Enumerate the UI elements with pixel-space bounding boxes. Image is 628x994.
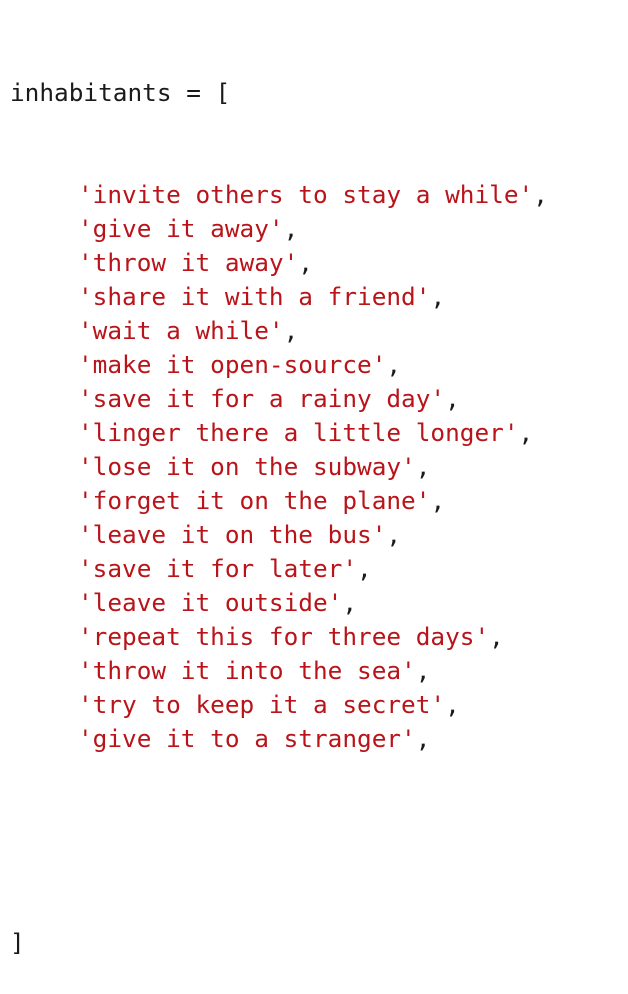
list-item: 'forget it on the plane',	[10, 484, 548, 518]
string-literal: 'forget it on the plane'	[78, 486, 431, 515]
string-literal: 'leave it outside'	[78, 588, 343, 617]
list-item: 'lose it on the subway',	[10, 450, 548, 484]
comma: ,	[518, 418, 534, 447]
list-item: 'linger there a little longer',	[10, 416, 548, 450]
list-item: 'throw it away',	[10, 246, 548, 280]
list-item: 'share it with a friend',	[10, 280, 548, 314]
comma: ,	[298, 248, 313, 277]
list-item: 'save it for later',	[10, 552, 548, 586]
comma: ,	[283, 214, 299, 243]
list-item: 'give it away',	[10, 212, 548, 246]
comma: ,	[386, 350, 402, 379]
comma: ,	[445, 384, 460, 413]
string-literal: 'linger there a little longer'	[78, 418, 519, 447]
comma: ,	[342, 588, 358, 617]
list-item: 'leave it on the bus',	[10, 518, 548, 552]
string-literal: 'try to keep it a secret'	[78, 690, 446, 719]
list-item: 'give it to a stranger',	[10, 722, 548, 756]
string-literal: 'save it for a rainy day'	[78, 384, 446, 413]
list-item: 'make it open-source',	[10, 348, 548, 382]
comma: ,	[283, 316, 299, 345]
declaration-line: inhabitants = [	[10, 76, 548, 110]
comma: ,	[415, 724, 431, 753]
comma: ,	[533, 180, 548, 209]
string-literal: 'leave it on the bus'	[78, 520, 387, 549]
string-literal: 'invite others to stay a while'	[78, 180, 534, 209]
declaration-text: inhabitants = [	[10, 78, 231, 107]
code-block: inhabitants = [ 'invite others to stay a…	[10, 8, 548, 994]
closing-line: ]	[10, 926, 548, 960]
string-literal: 'wait a while'	[78, 316, 284, 345]
list-items: 'invite others to stay a while','give it…	[10, 178, 548, 756]
string-literal: 'give it away'	[78, 214, 284, 243]
list-item: 'invite others to stay a while',	[10, 178, 548, 212]
comma: ,	[445, 690, 460, 719]
closing-bracket: ]	[10, 928, 25, 957]
comma: ,	[357, 554, 372, 583]
list-item: 'try to keep it a secret',	[10, 688, 548, 722]
comma: ,	[386, 520, 402, 549]
comma: ,	[489, 622, 504, 651]
comma: ,	[430, 486, 446, 515]
string-literal: 'give it to a stranger'	[78, 724, 416, 753]
comma: ,	[415, 656, 431, 685]
comma: ,	[415, 452, 431, 481]
string-literal: 'lose it on the subway'	[78, 452, 416, 481]
string-literal: 'throw it away'	[78, 248, 299, 277]
list-item: 'repeat this for three days',	[10, 620, 548, 654]
string-literal: 'throw it into the sea'	[78, 656, 416, 685]
string-literal: 'make it open-source'	[78, 350, 387, 379]
string-literal: 'repeat this for three days'	[78, 622, 490, 651]
list-item: 'throw it into the sea',	[10, 654, 548, 688]
string-literal: 'share it with a friend'	[78, 282, 431, 311]
list-item: 'save it for a rainy day',	[10, 382, 548, 416]
list-item: 'wait a while',	[10, 314, 548, 348]
string-literal: 'save it for later'	[78, 554, 358, 583]
list-item: 'leave it outside',	[10, 586, 548, 620]
comma: ,	[430, 282, 446, 311]
